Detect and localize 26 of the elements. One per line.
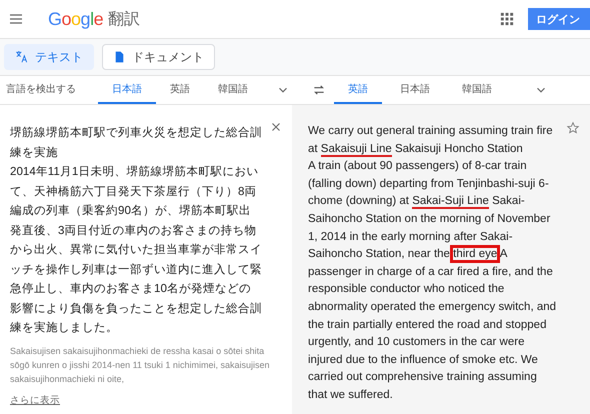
translation-text: A train (about 90 passengers) of 8-car train (falling down) departing from Tenjinbashi-suji 6-chome (downing) at Sakai-Suji Line Sakai-Saihoncho Station on the morning of November 1, 2014 in the early morning after Sakai-Saihoncho Station, near the third eye A passenger in charge of a car fired a fire, and the responsible conductor who noticed the abnormality operated the emergency switch, and the train partially entered the road and stopped urgently, and 10 customers in the car were injured due to the influence of smoke etc. We carried out comprehensive training assuming that we suffered.	[308, 159, 558, 403]
source-text: 2014年11月1日未明、堺筋線堺筋本町駅において、天神橋筋六丁目発天下茶屋行（下り）8両編成の列車（乗客約90名）が、堺筋本町駅出発直後、3両目付近の車内のお客さまの持ち物から出火、異常に気付いた担当車掌が非常スイッチを操作し列車は一部ずい道内に進入して緊急停止し、車内のお客さま10名が発煙などの影響により負傷を負ったことを想定した総合訓練を実施しました。	[10, 164, 262, 336]
apps-grid-icon[interactable]	[500, 12, 514, 26]
language-tab[interactable]: 英語	[156, 76, 204, 104]
underline-annotation: Sakai-Suji Line	[412, 195, 489, 210]
logo: Google	[48, 8, 104, 30]
box-annotation: third eye	[453, 248, 498, 260]
show-more-link[interactable]: さらに表示	[10, 394, 60, 406]
mode-tab[interactable]: ドキュメント	[102, 44, 215, 70]
document-icon	[113, 50, 126, 64]
translate-icon	[15, 50, 29, 64]
star-icon[interactable]	[566, 121, 580, 135]
close-icon[interactable]	[270, 121, 282, 133]
language-tab[interactable]: 言語を検出する	[0, 76, 90, 104]
language-tab[interactable]: 韓国語	[204, 76, 262, 104]
language-tab[interactable]: 日本語	[98, 76, 156, 104]
language-tab[interactable]: 日本語	[386, 76, 444, 104]
translation-text: We carry out general training assuming train fire at Sakaisuji Line Sakaisuji Honcho Station	[308, 124, 554, 158]
swap-icon[interactable]	[312, 83, 326, 97]
romanization-text: Sakaisujisen sakaisujihonmachieki de ressha kasai o sōtei shita sōgō kunren o jisshi 2014-nen 11 tsuki 1 nichimimei, sakaisujisen sakaisujihonmachieki ni oite,	[10, 344, 270, 386]
mode-tab[interactable]: テキスト	[4, 44, 94, 70]
underline-annotation: Sakaisuji Line	[320, 142, 392, 157]
app-title: 翻訳	[108, 10, 140, 30]
language-tab[interactable]: 韓国語	[448, 76, 506, 104]
login-button[interactable]: ログイン	[528, 8, 590, 30]
source-text: 堺筋線堺筋本町駅で列車火災を想定した総合訓練を実施	[10, 125, 262, 160]
